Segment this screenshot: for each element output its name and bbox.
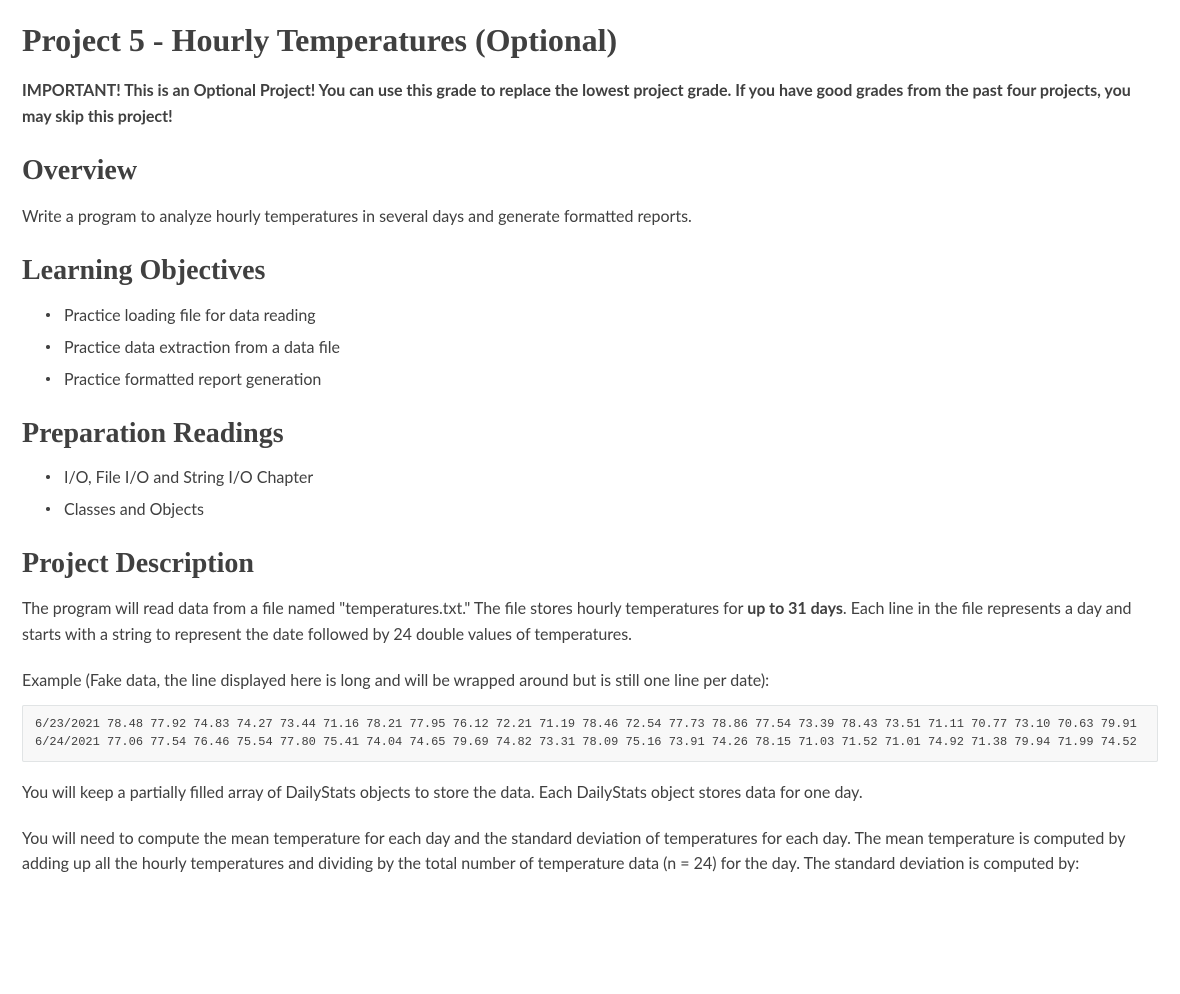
important-notice: IMPORTANT! This is an Optional Project! … — [22, 78, 1158, 129]
overview-text: Write a program to analyze hourly temper… — [22, 204, 1158, 230]
project-description-p3: You will need to compute the mean temper… — [22, 826, 1158, 877]
bold-span: up to 31 days — [747, 599, 843, 618]
example-intro: Example (Fake data, the line displayed h… — [22, 668, 1158, 694]
project-description-p1: The program will read data from a file n… — [22, 596, 1158, 647]
preparation-readings-heading: Preparation Readings — [22, 416, 1158, 452]
learning-objectives-list: Practice loading file for data reading P… — [22, 304, 1158, 392]
list-item: Practice loading file for data reading — [46, 304, 1158, 328]
text-span: The program will read data from a file n… — [22, 599, 747, 618]
preparation-readings-list: I/O, File I/O and String I/O Chapter Cla… — [22, 466, 1158, 522]
list-item: Practice formatted report generation — [46, 368, 1158, 392]
list-item: Practice data extraction from a data fil… — [46, 336, 1158, 360]
project-description-heading: Project Description — [22, 546, 1158, 582]
project-description-p2: You will keep a partially filled array o… — [22, 780, 1158, 806]
list-item: I/O, File I/O and String I/O Chapter — [46, 466, 1158, 490]
overview-heading: Overview — [22, 153, 1158, 189]
learning-objectives-heading: Learning Objectives — [22, 253, 1158, 289]
code-block: 6/23/2021 78.48 77.92 74.83 74.27 73.44 … — [22, 705, 1158, 762]
list-item: Classes and Objects — [46, 498, 1158, 522]
page-title: Project 5 - Hourly Temperatures (Optiona… — [22, 20, 1158, 60]
document-page: Project 5 - Hourly Temperatures (Optiona… — [0, 20, 1180, 917]
